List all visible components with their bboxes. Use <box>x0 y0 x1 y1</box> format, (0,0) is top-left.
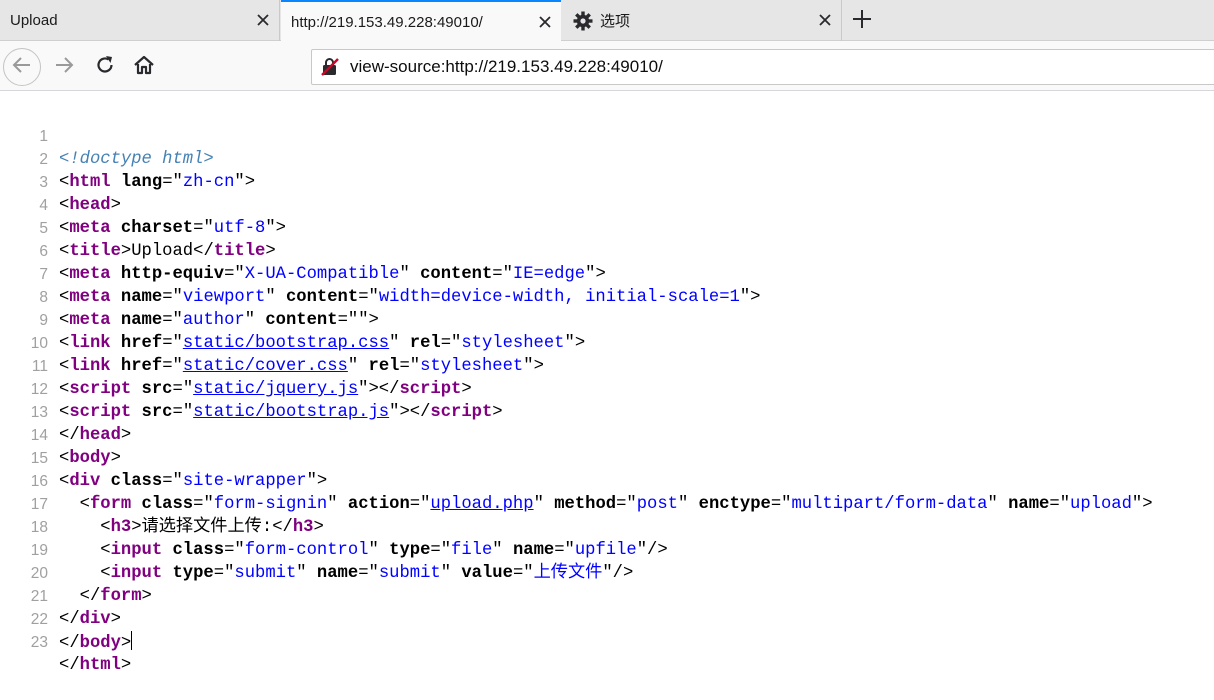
source-line: 23 </html> <box>0 608 1214 675</box>
tab-strip: Upload http://219.153.49.228:49010/ 选项 <box>0 0 1214 42</box>
arrow-right-icon <box>53 54 75 81</box>
tag-name: html <box>79 656 121 675</box>
source-line: 11 <script src="static/jquery.js"></scri… <box>0 332 1214 399</box>
tab-title: Upload <box>10 12 58 29</box>
arrow-left-icon <box>11 54 33 81</box>
source-line: 3 <head> <box>0 148 1214 215</box>
source-line: 7 <meta name="viewport" content="width=d… <box>0 240 1214 307</box>
tab-title: http://219.153.49.228:49010/ <box>291 13 483 31</box>
source-line: 20 </form> <box>0 539 1214 606</box>
source-line: 2 <html lang="zh-cn"> <box>0 125 1214 192</box>
source-line: 15 <div class="site-wrapper"> <box>0 424 1214 491</box>
tab-upload[interactable]: Upload <box>0 0 280 41</box>
source-line: 6 <meta http-equiv="X-UA-Compatible" con… <box>0 217 1214 284</box>
tag-name: body <box>79 634 121 653</box>
source-view[interactable]: 1 <!doctype html> 2 <html lang="zh-cn"> … <box>0 102 1214 675</box>
url-text: view-source:http://219.153.49.228:49010/ <box>350 57 663 76</box>
address-bar[interactable]: view-source:http://219.153.49.228:49010/ <box>311 49 1214 85</box>
reload-icon <box>94 54 116 81</box>
line-number: 23 <box>30 634 48 651</box>
source-line: 14 <body> <box>0 401 1214 468</box>
close-icon[interactable] <box>253 10 273 30</box>
source-line: 8 <meta name="author" content=""> <box>0 263 1214 330</box>
reload-button[interactable] <box>89 52 121 82</box>
source-line: 16 <form class="form-signin" action="upl… <box>0 447 1214 514</box>
insecure-lock-icon[interactable] <box>320 57 340 77</box>
text-caret <box>131 631 133 650</box>
source-line: 18 <input class="form-control" type="fil… <box>0 493 1214 560</box>
source-line: 13 </head> <box>0 378 1214 445</box>
plus-icon <box>852 9 872 34</box>
source-line: 9 <link href="static/bootstrap.css" rel=… <box>0 286 1214 353</box>
source-line: 17 <h3>请选择文件上传:</h3> <box>0 470 1214 537</box>
source-line: 21 </div> <box>0 562 1214 629</box>
tab-title: 选项 <box>600 13 631 30</box>
new-tab-button[interactable] <box>848 7 876 35</box>
source-line: 5 <title>Upload</title> <box>0 194 1214 261</box>
home-icon <box>133 54 155 81</box>
source-line: 22 </body> <box>0 585 1214 653</box>
close-icon[interactable] <box>535 12 555 32</box>
forward-button[interactable] <box>48 52 80 82</box>
tab-options[interactable]: 选项 <box>562 0 842 41</box>
source-line: 12 <script src="static/bootstrap.js"></s… <box>0 355 1214 422</box>
source-line: 10 <link href="static/cover.css" rel="st… <box>0 309 1214 376</box>
navigation-toolbar: view-source:http://219.153.49.228:49010/ <box>0 41 1214 91</box>
tab-view-source[interactable]: http://219.153.49.228:49010/ <box>281 0 561 42</box>
source-line: 1 <!doctype html> <box>0 102 1214 169</box>
source-line: 4 <meta charset="utf-8"> <box>0 171 1214 238</box>
source-line: 19 <input type="submit" name="submit" va… <box>0 516 1214 583</box>
gear-icon <box>572 10 594 32</box>
close-icon[interactable] <box>815 10 835 30</box>
home-button[interactable] <box>128 52 160 82</box>
back-button[interactable] <box>3 48 41 86</box>
